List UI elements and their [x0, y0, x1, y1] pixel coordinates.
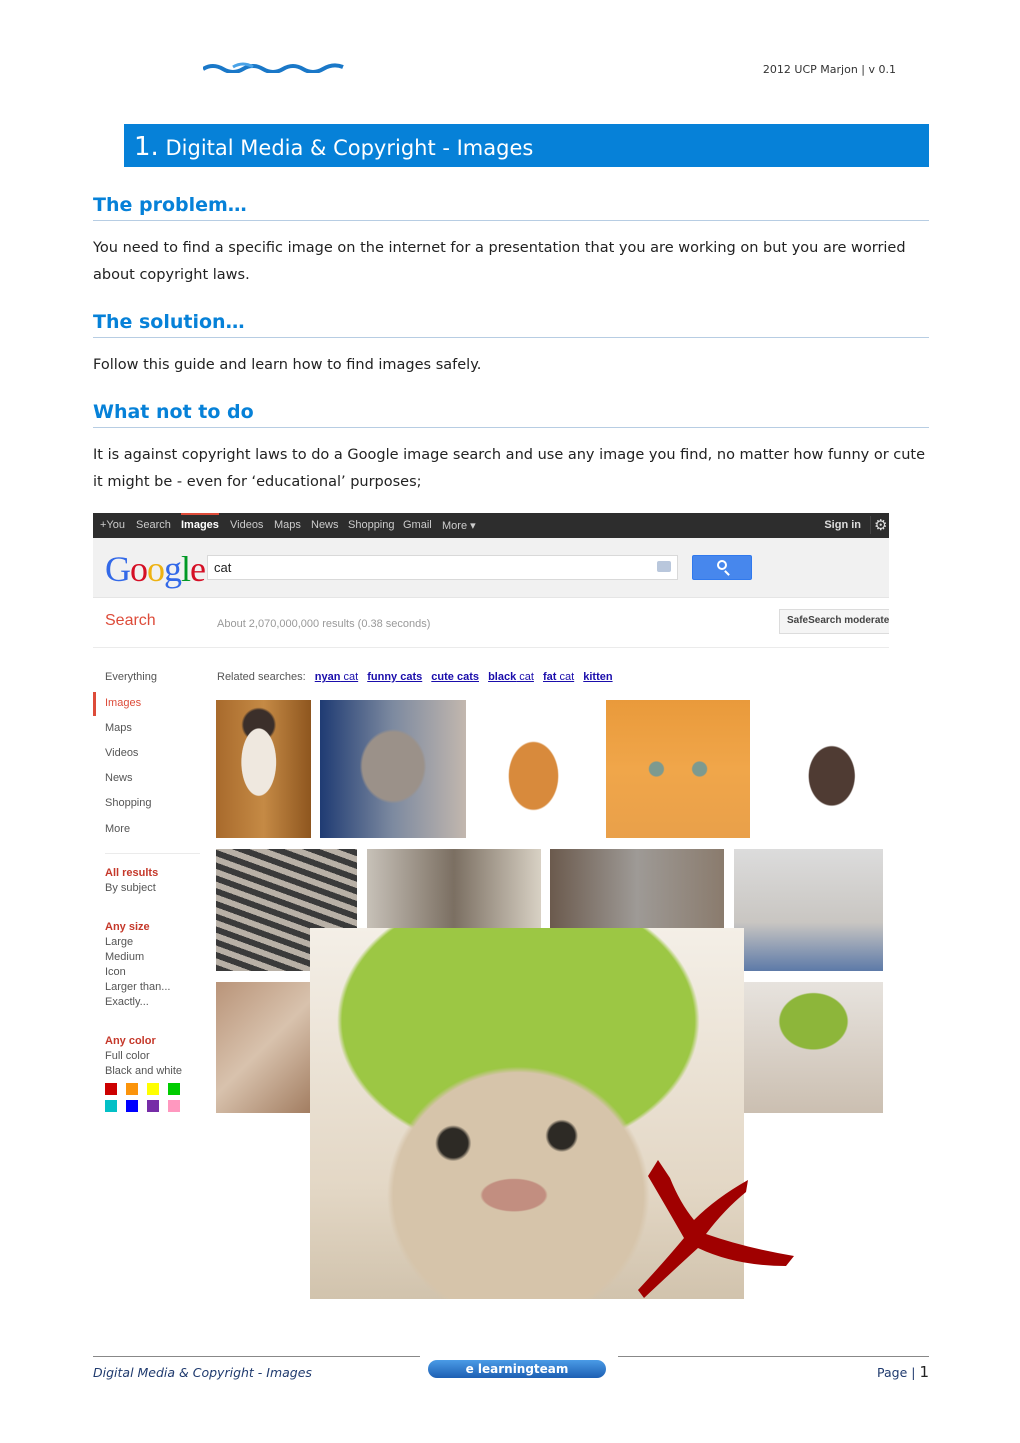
- image-result-thumbnail[interactable]: [763, 700, 888, 838]
- image-result-thumbnail[interactable]: [320, 700, 466, 838]
- image-result-thumbnail[interactable]: [216, 700, 311, 838]
- color-swatch[interactable]: [147, 1083, 159, 1095]
- header-logo: [203, 62, 344, 73]
- page-number: Page | 1: [877, 1363, 929, 1381]
- color-swatch[interactable]: [105, 1083, 117, 1095]
- search-input[interactable]: cat: [207, 555, 678, 580]
- camera-icon[interactable]: [657, 561, 671, 572]
- google-search-bar: Google cat: [93, 538, 889, 598]
- color-swatch[interactable]: [126, 1083, 138, 1095]
- topbar-shopping[interactable]: Shopping: [348, 519, 395, 531]
- filter-all-results[interactable]: All results: [105, 867, 158, 879]
- footer-document-title: Digital Media & Copyright - Images: [93, 1365, 312, 1380]
- page-title: 1. Digital Media & Copyright - Images: [124, 124, 929, 167]
- related-link[interactable]: fat cat: [543, 671, 574, 683]
- divider: [93, 647, 889, 648]
- color-swatch[interactable]: [126, 1100, 138, 1112]
- gear-icon[interactable]: ⚙: [870, 516, 888, 534]
- elearning-team-logo: e learningteam: [428, 1360, 606, 1378]
- related-searches: Related searches: nyan cat funny cats cu…: [217, 671, 613, 683]
- color-swatch[interactable]: [168, 1083, 180, 1095]
- related-link[interactable]: funny cats: [367, 671, 422, 683]
- red-x-icon: [638, 1160, 794, 1298]
- filter-any-color[interactable]: Any color: [105, 1035, 156, 1047]
- active-nav-indicator: [93, 692, 96, 716]
- filter-size-large[interactable]: Large: [105, 936, 133, 948]
- search-query: cat: [214, 560, 232, 575]
- filter-size-exactly[interactable]: Exactly...: [105, 996, 149, 1008]
- title-number: 1.: [134, 132, 159, 162]
- image-result-thumbnail[interactable]: [606, 700, 750, 838]
- filter-by-subject[interactable]: By subject: [105, 882, 156, 894]
- nav-news[interactable]: News: [105, 772, 133, 784]
- title-text: Digital Media & Copyright - Images: [165, 136, 534, 160]
- section-heading-what-not-to-do: What not to do: [93, 401, 929, 428]
- section-heading-solution: The solution…: [93, 311, 929, 338]
- topbar-you[interactable]: +You: [100, 519, 125, 531]
- related-link[interactable]: black cat: [488, 671, 534, 683]
- google-top-bar: +You Search Images Videos Maps News Shop…: [93, 513, 889, 538]
- filter-size-medium[interactable]: Medium: [105, 951, 144, 963]
- nav-divider: [105, 853, 200, 854]
- related-link[interactable]: kitten: [583, 671, 612, 683]
- topbar-videos[interactable]: Videos: [230, 519, 263, 531]
- nav-shopping[interactable]: Shopping: [105, 797, 152, 809]
- topbar-news[interactable]: News: [311, 519, 339, 531]
- safesearch-button[interactable]: SafeSearch moderate: [779, 609, 889, 634]
- section-body-solution: Follow this guide and learn how to find …: [93, 357, 482, 373]
- filter-size-larger-than[interactable]: Larger than...: [105, 981, 170, 993]
- filter-full-color[interactable]: Full color: [105, 1050, 150, 1062]
- footer-divider-right: [618, 1356, 929, 1357]
- topbar-search[interactable]: Search: [136, 519, 171, 531]
- filter-size-icon[interactable]: Icon: [105, 966, 126, 978]
- image-result-thumbnail[interactable]: [216, 982, 311, 1113]
- sign-in-link[interactable]: Sign in: [824, 519, 861, 531]
- page-label: Page |: [877, 1365, 916, 1380]
- related-label: Related searches:: [217, 671, 306, 683]
- nav-images[interactable]: Images: [105, 697, 141, 709]
- footer-divider-left: [93, 1356, 420, 1357]
- nav-videos[interactable]: Videos: [105, 747, 138, 759]
- section-body-problem: You need to find a specific image on the…: [93, 240, 906, 283]
- page-number-value: 1: [919, 1363, 929, 1381]
- google-logo[interactable]: Google: [105, 548, 206, 590]
- related-link[interactable]: nyan cat: [315, 671, 358, 683]
- topbar-maps[interactable]: Maps: [274, 519, 301, 531]
- topbar-gmail[interactable]: Gmail: [403, 519, 432, 531]
- search-section-label: Search: [105, 612, 156, 629]
- color-swatch[interactable]: [147, 1100, 159, 1112]
- nav-everything[interactable]: Everything: [105, 671, 157, 683]
- section-heading-problem: The problem…: [93, 194, 929, 221]
- image-result-thumbnail[interactable]: [744, 982, 883, 1113]
- nav-more[interactable]: More: [105, 823, 130, 835]
- section-body-what-not-to-do: It is against copyright laws to do a Goo…: [93, 447, 926, 490]
- filter-black-white[interactable]: Black and white: [105, 1065, 182, 1077]
- color-swatch[interactable]: [105, 1100, 117, 1112]
- topbar-images[interactable]: Images: [181, 513, 219, 531]
- filter-any-size[interactable]: Any size: [105, 921, 150, 933]
- magnifier-icon: [717, 560, 727, 570]
- nav-maps[interactable]: Maps: [105, 722, 132, 734]
- result-stats: About 2,070,000,000 results (0.38 second…: [217, 618, 431, 630]
- topbar-more[interactable]: More ▾: [442, 519, 476, 532]
- document-version: 2012 UCP Marjon | v 0.1: [762, 63, 896, 76]
- color-swatch[interactable]: [168, 1100, 180, 1112]
- related-link[interactable]: cute cats: [431, 671, 479, 683]
- image-result-thumbnail[interactable]: [476, 700, 591, 838]
- image-result-thumbnail[interactable]: [734, 849, 883, 971]
- search-button[interactable]: [692, 555, 752, 580]
